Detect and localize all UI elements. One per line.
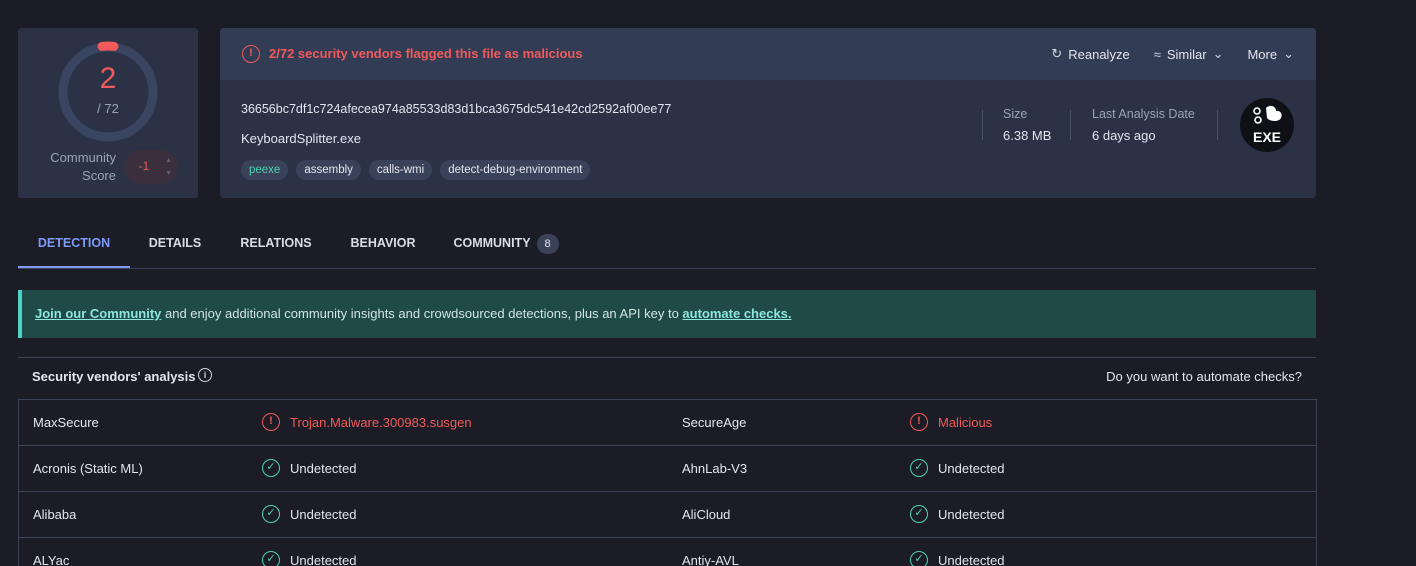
vendor-name: MaxSecure (33, 415, 99, 430)
automate-checks-prompt[interactable]: Do you want to automate checks? (1106, 369, 1302, 384)
exe-file-icon: EXE (1240, 98, 1294, 152)
alert-circle-icon: ! (242, 45, 260, 63)
community-score-stepper[interactable]: -1 ▲ ▼ (124, 150, 178, 184)
community-count-badge: 8 (536, 234, 559, 254)
vendor-result: Undetected (290, 553, 357, 566)
tab-relations[interactable]: RELATIONS (232, 218, 320, 268)
vendor-name: AliCloud (682, 507, 731, 522)
tag-peexe[interactable]: peexe (241, 160, 289, 180)
file-name: KeyboardSplitter.exe (241, 131, 361, 146)
vendor-name: AhnLab-V3 (682, 461, 748, 476)
size-value: 6.38 MB (1003, 128, 1052, 143)
vendor-result: Trojan.Malware.300983.susgen (290, 415, 472, 430)
automate-checks-link[interactable]: automate checks. (682, 306, 791, 321)
tag-calls-wmi[interactable]: calls-wmi (368, 160, 433, 180)
tab-details[interactable]: DETAILS (138, 218, 212, 268)
table-row: Alibaba ✓ Undetected AliCloud ✓ Undetect… (19, 492, 1316, 538)
vendor-result: Undetected (290, 461, 357, 476)
alert-circle-icon: ! (262, 413, 280, 431)
check-circle-icon: ✓ (910, 551, 928, 566)
divider (982, 110, 983, 140)
vendor-result: Undetected (938, 461, 1005, 476)
file-header-card: ! 2/72 security vendors flagged this fil… (220, 28, 1316, 198)
tag-assembly[interactable]: assembly (296, 160, 361, 180)
vendor-name: ALYac (33, 553, 70, 566)
file-type-label: EXE (1252, 129, 1281, 145)
chevron-down-icon: ⌄ (1212, 46, 1224, 61)
check-circle-icon: ✓ (910, 459, 928, 477)
header-actions: ↻ Reanalyze ≈ Similar ⌄ More ⌄ (1051, 46, 1294, 62)
vendors-table: MaxSecure ! Trojan.Malware.300983.susgen… (18, 399, 1317, 566)
vendors-header: Security vendors' analysis i Do you want… (18, 357, 1316, 393)
file-tags: peexe assembly calls-wmi detect-debug-en… (241, 160, 591, 180)
alert-circle-icon: ! (910, 413, 928, 431)
community-banner: Join our Community and enjoy additional … (18, 290, 1316, 338)
tab-bar: DETECTION DETAILS RELATIONS BEHAVIOR COM… (18, 218, 1316, 269)
table-row: ALYac ✓ Undetected Antiy-AVL ✓ Undetecte… (19, 538, 1316, 566)
size-label: Size (1003, 107, 1028, 121)
banner-text: and enjoy additional community insights … (161, 306, 683, 321)
vendor-name: Antiy-AVL (682, 553, 739, 566)
alert-bar: ! 2/72 security vendors flagged this fil… (220, 28, 1316, 80)
reanalyze-button[interactable]: ↻ Reanalyze (1051, 46, 1129, 62)
vendor-result: Malicious (938, 415, 993, 430)
malicious-alert-text: 2/72 security vendors flagged this file … (269, 46, 583, 61)
more-button[interactable]: More ⌄ (1247, 46, 1294, 62)
similar-button[interactable]: ≈ Similar ⌄ (1154, 46, 1224, 62)
vendors-title: Security vendors' analysis (32, 369, 196, 384)
refresh-icon: ↻ (1051, 46, 1063, 61)
vendor-name: Acronis (Static ML) (33, 461, 143, 476)
vendor-result: Undetected (290, 507, 357, 522)
divider (1217, 110, 1218, 140)
check-circle-icon: ✓ (262, 551, 280, 566)
tag-detect-debug-environment[interactable]: detect-debug-environment (440, 160, 591, 180)
detection-total: / 72 (97, 101, 119, 116)
vote-arrows-icon[interactable]: ▲ ▼ (165, 154, 172, 180)
detection-score-card: 2 / 72 Community Score -1 ▲ ▼ (18, 28, 198, 198)
last-analysis-label: Last Analysis Date (1092, 107, 1195, 121)
check-circle-icon: ✓ (910, 505, 928, 523)
vendor-name: Alibaba (33, 507, 77, 522)
community-score-value: -1 (138, 159, 150, 173)
info-icon[interactable]: i (198, 368, 212, 382)
community-score-label: Community Score (50, 150, 116, 183)
tab-behavior[interactable]: BEHAVIOR (342, 218, 424, 268)
tab-community[interactable]: COMMUNITY 8 (446, 218, 566, 268)
check-circle-icon: ✓ (262, 505, 280, 523)
vendor-result: Undetected (938, 507, 1005, 522)
table-row: MaxSecure ! Trojan.Malware.300983.susgen… (19, 400, 1316, 446)
check-circle-icon: ✓ (262, 459, 280, 477)
chevron-down-icon: ⌄ (1283, 46, 1294, 61)
divider (1070, 110, 1071, 140)
vendor-name: SecureAge (682, 415, 747, 430)
last-analysis-value: 6 days ago (1092, 128, 1156, 143)
vendor-result: Undetected (938, 553, 1005, 566)
table-row: Acronis (Static ML) ✓ Undetected AhnLab-… (19, 446, 1316, 492)
similar-icon: ≈ (1153, 46, 1161, 62)
join-community-link[interactable]: Join our Community (35, 306, 161, 321)
detection-count: 2 (99, 62, 117, 95)
file-hash[interactable]: 36656bc7df1c724afecea974a85533d83d1bca36… (241, 102, 671, 116)
tab-detection[interactable]: DETECTION (18, 218, 130, 268)
